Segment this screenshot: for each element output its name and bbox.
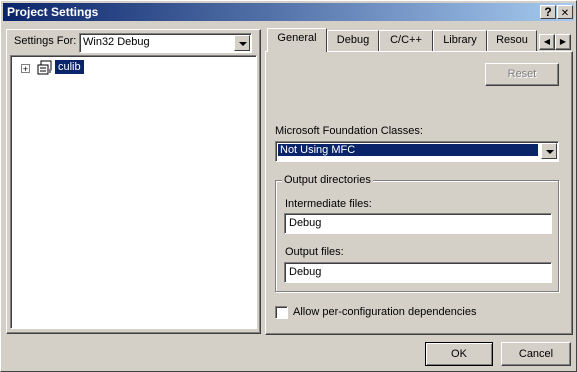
tab-scroll-left-button[interactable]: ◀ [539, 34, 555, 50]
mfc-label: Microsoft Foundation Classes: [275, 125, 423, 137]
ok-button[interactable]: OK [425, 342, 493, 366]
settings-for-label: Settings For: [14, 35, 77, 47]
project-icon [37, 60, 53, 76]
per-config-dependencies-label: Allow per-configuration dependencies [293, 306, 477, 318]
intermediate-files-input[interactable]: Debug [284, 213, 552, 234]
settings-for-value: Win32 Debug [83, 36, 150, 48]
tab-library[interactable]: Library [433, 30, 487, 51]
arrow-left-icon: ◀ [543, 37, 551, 46]
tab-general[interactable]: General [267, 28, 327, 52]
tab-debug[interactable]: Debug [327, 30, 379, 51]
close-button[interactable]: ✕ [557, 5, 573, 19]
chevron-down-icon [239, 42, 247, 46]
window-title: Project Settings [7, 5, 99, 19]
left-pane: Settings For: Win32 Debug + culib [6, 29, 261, 334]
settings-for-combo[interactable]: Win32 Debug [79, 33, 252, 53]
arrow-right-icon: ▶ [559, 37, 567, 46]
tab-cpp[interactable]: C/C++ [379, 30, 433, 51]
mfc-dropdown-button[interactable] [541, 143, 557, 159]
output-files-label: Output files: [285, 246, 344, 258]
mfc-combo[interactable]: Not Using MFC [275, 141, 559, 162]
per-config-dependencies-checkbox[interactable] [275, 306, 288, 319]
tree-expand-icon[interactable]: + [21, 64, 30, 74]
intermediate-files-label: Intermediate files: [285, 198, 372, 210]
cancel-button[interactable]: Cancel [501, 342, 571, 366]
title-bar: Project Settings ? ✕ [3, 3, 574, 21]
output-files-input[interactable]: Debug [284, 262, 552, 283]
reset-button[interactable]: Reset [485, 63, 559, 86]
tab-scroll-right-button[interactable]: ▶ [555, 34, 571, 50]
project-settings-window: Project Settings ? ✕ Settings For: Win32… [0, 0, 577, 372]
output-directories-label: Output directories [282, 174, 373, 186]
close-icon: ✕ [560, 8, 570, 19]
mfc-value: Not Using MFC [278, 144, 538, 156]
help-button[interactable]: ? [540, 5, 556, 19]
help-icon: ? [544, 5, 552, 19]
tree-item-project[interactable]: culib [55, 60, 84, 74]
settings-for-dropdown-button[interactable] [234, 35, 250, 51]
project-tree[interactable]: + culib [10, 55, 257, 329]
chevron-down-icon [546, 150, 554, 154]
tab-resources[interactable]: Resou [487, 30, 537, 51]
